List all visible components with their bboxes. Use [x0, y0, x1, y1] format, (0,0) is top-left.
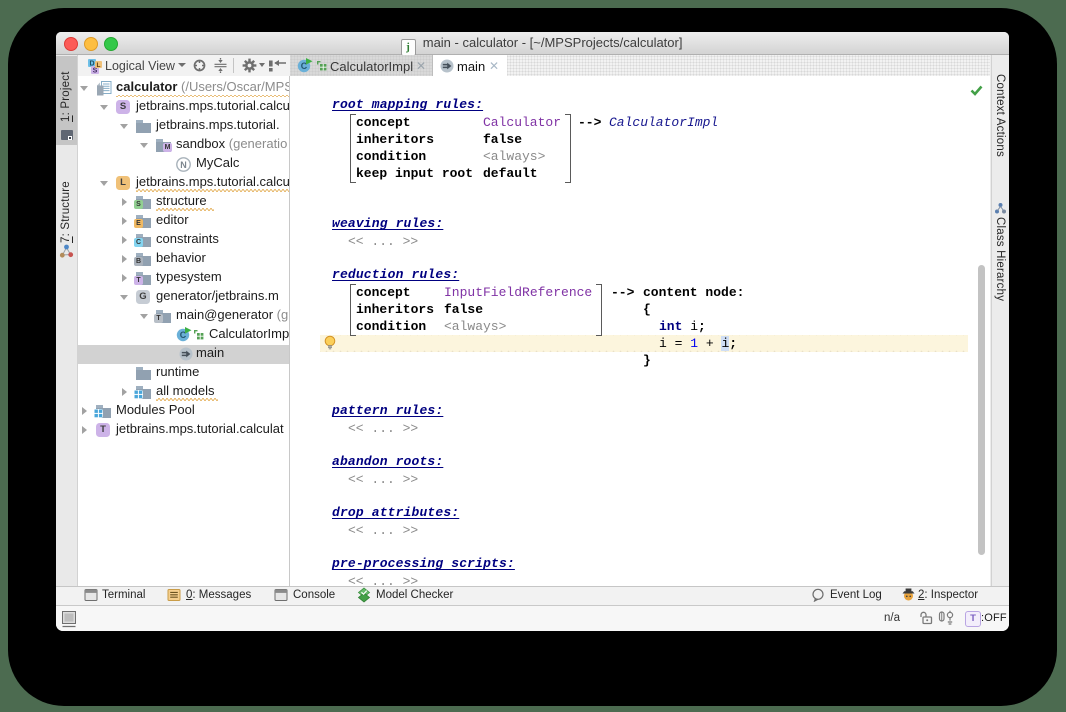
svg-text:L: L	[97, 62, 101, 69]
svg-text:N: N	[180, 160, 187, 170]
